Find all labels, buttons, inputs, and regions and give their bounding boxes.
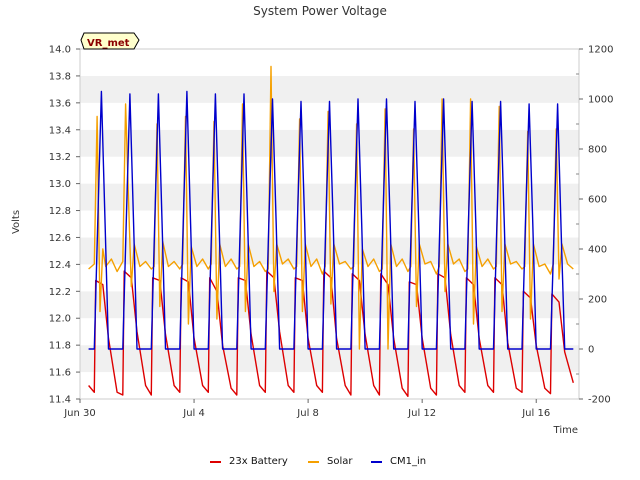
right-tick-label: 1000 xyxy=(588,95,613,106)
chart-svg: 11.4 11.6 11.8 12.0 12.2 12.4 12.6 12.8 13.0 13.2… xyxy=(11,4,613,467)
legend-label-1: Solar xyxy=(327,456,353,467)
right-tick-label: 600 xyxy=(588,195,607,206)
legend: 23x Battery Solar CM1_in xyxy=(210,456,426,467)
left-tick-label: 11.8 xyxy=(49,341,71,352)
grid-band xyxy=(80,372,579,399)
x-tick-label: Jul 8 xyxy=(296,408,319,419)
grid-band xyxy=(80,129,579,157)
left-tick-label: 13.0 xyxy=(49,179,71,190)
right-tick-label: 800 xyxy=(588,145,607,156)
legend-label-2: CM1_in xyxy=(390,456,426,467)
x-tick-label: Jul 4 xyxy=(182,408,205,419)
legend-label-0: 23x Battery xyxy=(229,456,288,467)
x-tick-label: Jul 12 xyxy=(407,408,436,419)
left-tick-label: 13.2 xyxy=(49,152,71,163)
grid-band xyxy=(80,318,579,346)
chart-container: 11.4 11.6 11.8 12.0 12.2 12.4 12.6 12.8 13.0 13.2… xyxy=(0,0,640,480)
grid-band xyxy=(80,75,579,103)
right-tick-label: 400 xyxy=(588,245,607,256)
right-tick-label: -200 xyxy=(588,395,611,406)
right-tick-label: 200 xyxy=(588,295,607,306)
chart-title: System Power Voltage xyxy=(253,4,387,18)
left-tick-label: 11.6 xyxy=(49,368,71,379)
left-axis-ticks: 11.4 11.6 11.8 12.0 12.2 12.4 12.6 12.8 13.0 13.2… xyxy=(49,45,80,406)
left-tick-label: 14.0 xyxy=(49,45,71,56)
left-tick-label: 11.4 xyxy=(49,395,71,406)
left-tick-label: 13.6 xyxy=(49,98,71,109)
x-tick-label: Jun 30 xyxy=(63,408,96,419)
left-tick-label: 12.8 xyxy=(49,206,71,217)
left-tick-label: 12.0 xyxy=(49,314,71,325)
x-axis-ticks: Jun 30 Jul 4 Jul 8 Jul 12 Jul 16 xyxy=(63,399,550,419)
x-tick-label: Jul 16 xyxy=(521,408,550,419)
site-label-box: VR_met xyxy=(80,32,140,50)
right-tick-label: 1200 xyxy=(588,45,613,56)
left-tick-label: 12.2 xyxy=(49,287,71,298)
right-axis-ticks: -200 0 200 400 600 800 1000 1200 xyxy=(576,45,613,406)
grid-band xyxy=(80,345,579,373)
left-tick-label: 13.4 xyxy=(49,125,71,136)
right-tick-label: 0 xyxy=(588,345,594,356)
x-axis-title: Time xyxy=(553,425,578,436)
grid-band xyxy=(80,49,579,76)
left-tick-label: 13.8 xyxy=(49,71,71,82)
left-tick-label: 12.4 xyxy=(49,260,71,271)
y-axis-title: Volts xyxy=(11,210,22,234)
left-tick-label: 12.6 xyxy=(49,233,71,244)
site-label: VR_met xyxy=(87,38,130,49)
